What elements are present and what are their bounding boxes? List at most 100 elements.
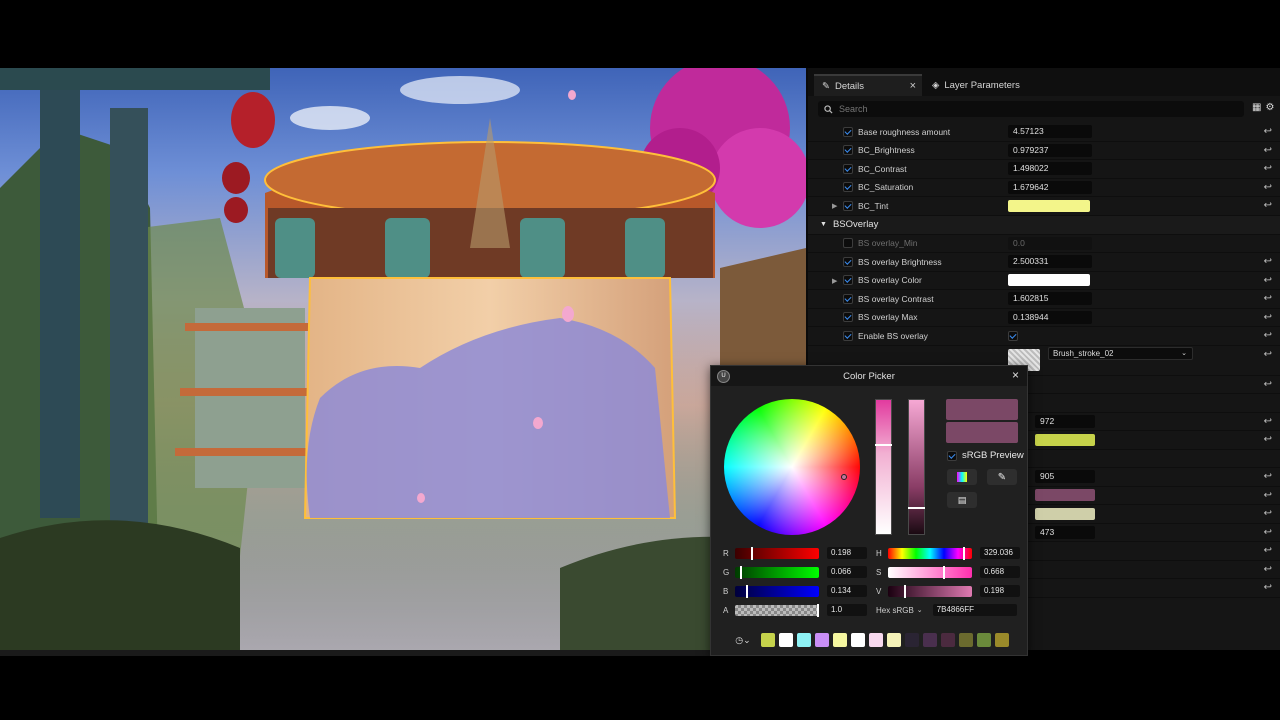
alpha-slider-handle[interactable] (817, 603, 819, 617)
color-swatch[interactable] (1035, 433, 1095, 446)
override-checkbox[interactable] (843, 200, 853, 211)
property-value-field[interactable]: 0.979237 (1008, 143, 1092, 157)
green-slider-handle[interactable] (740, 565, 743, 579)
srgb-preview-checkbox[interactable] (947, 450, 957, 461)
saved-color-swatch[interactable] (761, 633, 775, 647)
saved-color-swatch[interactable] (869, 633, 883, 647)
saturation-bar[interactable] (888, 565, 972, 579)
reset-arrow-icon[interactable]: ↩ (1264, 490, 1272, 501)
value-slider[interactable] (908, 399, 925, 535)
saved-color-swatch[interactable] (815, 633, 829, 647)
reset-arrow-icon[interactable]: ↩ (1264, 330, 1272, 341)
override-checkbox[interactable] (843, 182, 853, 193)
blue-slider[interactable] (735, 584, 819, 598)
property-value-field[interactable]: 1.602815 (1008, 292, 1092, 306)
eyedropper-button[interactable]: ✎ (987, 469, 1017, 485)
enable-overlay-checkbox[interactable] (1008, 330, 1018, 341)
hex-mode-dropdown[interactable]: Hex sRGB (876, 606, 914, 615)
reset-arrow-icon[interactable]: ↩ (1264, 564, 1272, 575)
history-clock-icon[interactable]: ◷⌄ (731, 633, 755, 647)
override-checkbox[interactable] (843, 330, 853, 341)
hex-value-field[interactable]: 7B4866FF (932, 604, 1017, 616)
property-value-field[interactable]: 2.500331 (1008, 255, 1092, 269)
tab-details[interactable]: ✎ Details × (814, 74, 922, 96)
red-value-field[interactable]: 0.198 (827, 547, 867, 559)
reset-arrow-icon[interactable]: ↩ (1264, 434, 1272, 445)
alpha-slider[interactable] (735, 603, 819, 617)
red-slider-handle[interactable] (751, 546, 754, 560)
override-checkbox[interactable] (843, 275, 853, 286)
color-spectrum-button[interactable] (947, 469, 977, 485)
property-value-field[interactable]: 0.0 (1008, 236, 1092, 250)
reset-arrow-icon[interactable]: ↩ (1264, 126, 1272, 137)
old-color-preview[interactable] (946, 422, 1018, 443)
saved-color-swatch[interactable] (797, 633, 811, 647)
hue-slider[interactable] (888, 546, 972, 560)
alpha-value-field[interactable]: 1.0 (827, 604, 867, 616)
property-value-field[interactable]: 905 (1035, 470, 1095, 484)
override-checkbox[interactable] (843, 126, 853, 137)
color-swatch[interactable] (1035, 489, 1095, 502)
value-slider-handle[interactable] (908, 507, 925, 509)
override-checkbox[interactable] (843, 145, 853, 156)
reset-arrow-icon[interactable]: ↩ (1264, 163, 1272, 174)
blue-slider-handle[interactable] (745, 584, 748, 598)
saturation-bar-handle[interactable] (942, 565, 945, 579)
color-swatch[interactable] (1008, 274, 1090, 287)
property-value-field[interactable]: 4.57123 (1008, 125, 1092, 139)
reset-arrow-icon[interactable]: ↩ (1264, 182, 1272, 193)
color-swatch[interactable] (1008, 199, 1090, 212)
reset-arrow-icon[interactable]: ↩ (1264, 293, 1272, 304)
value-value-field[interactable]: 0.198 (980, 585, 1020, 597)
gear-icon[interactable]: ⚙ (1265, 102, 1274, 113)
close-icon[interactable]: × (910, 80, 916, 92)
texture-dropdown[interactable]: Brush_stroke_02 ⌄ (1048, 346, 1193, 360)
override-checkbox[interactable] (843, 312, 853, 323)
saved-color-swatch[interactable] (833, 633, 847, 647)
reset-arrow-icon[interactable]: ↩ (1264, 508, 1272, 519)
property-value-field[interactable]: 972 (1035, 414, 1095, 428)
saved-color-swatch[interactable] (977, 633, 991, 647)
reset-arrow-icon[interactable]: ↩ (1264, 379, 1272, 390)
saved-color-swatch[interactable] (995, 633, 1009, 647)
saved-color-swatch[interactable] (779, 633, 793, 647)
override-checkbox[interactable] (843, 293, 853, 304)
property-value-field[interactable]: 473 (1035, 525, 1095, 539)
reset-arrow-icon[interactable]: ↩ (1264, 527, 1272, 538)
reset-arrow-icon[interactable]: ↩ (1264, 471, 1272, 482)
override-checkbox[interactable] (843, 256, 853, 267)
reset-arrow-icon[interactable]: ↩ (1264, 145, 1272, 156)
property-value-field[interactable]: 1.498022 (1008, 162, 1092, 176)
level-viewport[interactable] (0, 68, 806, 650)
reset-arrow-icon[interactable]: ↩ (1264, 312, 1272, 323)
reset-arrow-icon[interactable]: ↩ (1264, 349, 1272, 360)
saturation-value-field[interactable]: 0.668 (980, 566, 1020, 578)
value-bar[interactable] (888, 584, 972, 598)
property-value-field[interactable]: 1.679642 (1008, 180, 1092, 194)
color-swatch[interactable] (1035, 507, 1095, 520)
color-wheel[interactable] (724, 399, 860, 535)
saturation-slider-handle[interactable] (875, 444, 892, 446)
close-icon[interactable]: × (1012, 368, 1019, 382)
color-wheel-cursor[interactable] (841, 474, 847, 480)
section-header[interactable]: ▼ BSOverlay (808, 215, 1280, 235)
hue-value-field[interactable]: 329.036 (980, 547, 1020, 559)
reset-arrow-icon[interactable]: ↩ (1264, 582, 1272, 593)
search-input[interactable] (839, 104, 1219, 114)
reset-arrow-icon[interactable]: ↩ (1264, 275, 1272, 286)
green-value-field[interactable]: 0.066 (827, 566, 867, 578)
saved-color-swatch[interactable] (959, 633, 973, 647)
reset-arrow-icon[interactable]: ↩ (1264, 256, 1272, 267)
value-bar-handle[interactable] (904, 584, 907, 598)
reset-arrow-icon[interactable]: ↩ (1264, 416, 1272, 427)
saved-color-swatch[interactable] (905, 633, 919, 647)
tab-layer-parameters[interactable]: ◈ Layer Parameters (924, 74, 1054, 96)
saved-color-swatch[interactable] (887, 633, 901, 647)
hue-slider-handle[interactable] (962, 546, 965, 560)
override-checkbox[interactable] (843, 238, 853, 249)
red-slider[interactable] (735, 546, 819, 560)
srgb-preview-toggle[interactable]: sRGB Preview (947, 450, 1024, 461)
saturation-slider[interactable] (875, 399, 892, 535)
saved-color-swatch[interactable] (851, 633, 865, 647)
blue-value-field[interactable]: 0.134 (827, 585, 867, 597)
